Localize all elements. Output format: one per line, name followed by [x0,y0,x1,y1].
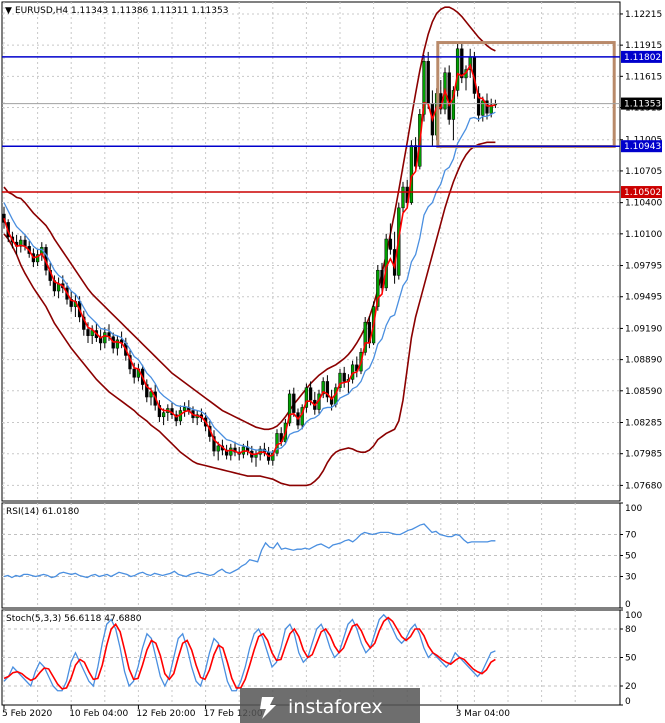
candle-body [409,145,414,203]
y-tick-label: 1.07985 [625,450,662,460]
y-tick-label: 1.09190 [625,324,662,334]
y-tick-label: 0 [625,600,631,610]
candle-body [103,332,107,344]
candle-body [481,100,485,116]
stoch-header: Stoch(5,3,3) 56.6118 47.6880 [6,614,142,624]
y-tick-label: 80 [625,625,637,635]
watermark-text: instaforex [288,696,383,718]
x-tick-label: 3 Mar 04:00 [456,709,511,719]
y-tick-label: 1.08890 [625,356,662,366]
candle-body [292,393,296,413]
candle-body [216,445,220,452]
y-tick-label: 1.10100 [625,230,662,240]
candle-body [455,48,460,91]
y-tick-label: 70 [625,531,637,541]
y-tick-label: 1.07680 [625,481,662,491]
y-tick-label: 1.11615 [625,72,662,82]
candle-body [115,339,120,349]
candle-body [388,238,393,250]
x-tick-label: 12 Feb 20:00 [136,709,195,719]
candle-body [132,368,136,378]
y-tick-label: 1.10400 [625,199,662,209]
current-price-label: 1.11353 [624,100,661,110]
y-tick-label: 50 [625,654,637,664]
candle-body [342,372,346,382]
y-tick-label: 1.09795 [625,262,662,272]
candle-body [308,387,313,401]
candle [275,429,279,457]
y-tick-label: 0 [625,697,631,707]
watermark: instaforex [240,688,420,723]
y-tick-label: 1.08285 [625,419,662,429]
chart-window: 1.122151.119151.116151.113151.110051.107… [0,0,665,723]
y-tick-label: 100 [625,504,642,514]
main-pane [1,1,621,502]
candle-body [86,329,90,336]
y-tick-label: 1.12215 [625,10,662,20]
candle-body [460,48,464,79]
candle-body [401,186,405,209]
candle-body [182,407,187,411]
y-tick-label: 1.11915 [625,41,662,51]
y-tick-label: 100 [625,611,642,621]
candle [409,140,414,205]
candle [447,65,451,125]
candle [384,233,388,292]
candle-body [485,100,489,114]
y-tick-label: 50 [625,552,637,562]
chart-canvas: 1.122151.119151.116151.113151.110051.107… [1,1,662,723]
y-tick-label: 20 [625,682,637,692]
rsi-header: RSI(14) 61.0180 [6,507,79,517]
y-tick-label: 1.08590 [625,387,662,397]
level-price-label: 1.11802 [624,53,661,63]
candle-body [229,447,233,456]
candle-body [161,412,166,418]
symbol-menu-icon: ▼ [5,6,12,16]
level-price-label: 1.10943 [624,142,661,152]
y-tick-label: 30 [625,573,637,583]
level-price-label: 1.10502 [624,188,661,198]
x-tick-label: 5 Feb 2020 [2,709,53,719]
y-tick-label: 1.10705 [625,167,662,177]
y-tick-label: 1.09495 [625,293,662,303]
x-tick-label: 10 Feb 04:00 [69,709,128,719]
candle-body [447,72,451,120]
candle [455,43,460,97]
candle-body [426,61,430,105]
symbol-header: EURUSD,H4 1.11343 1.11386 1.11311 1.1135… [15,6,228,16]
